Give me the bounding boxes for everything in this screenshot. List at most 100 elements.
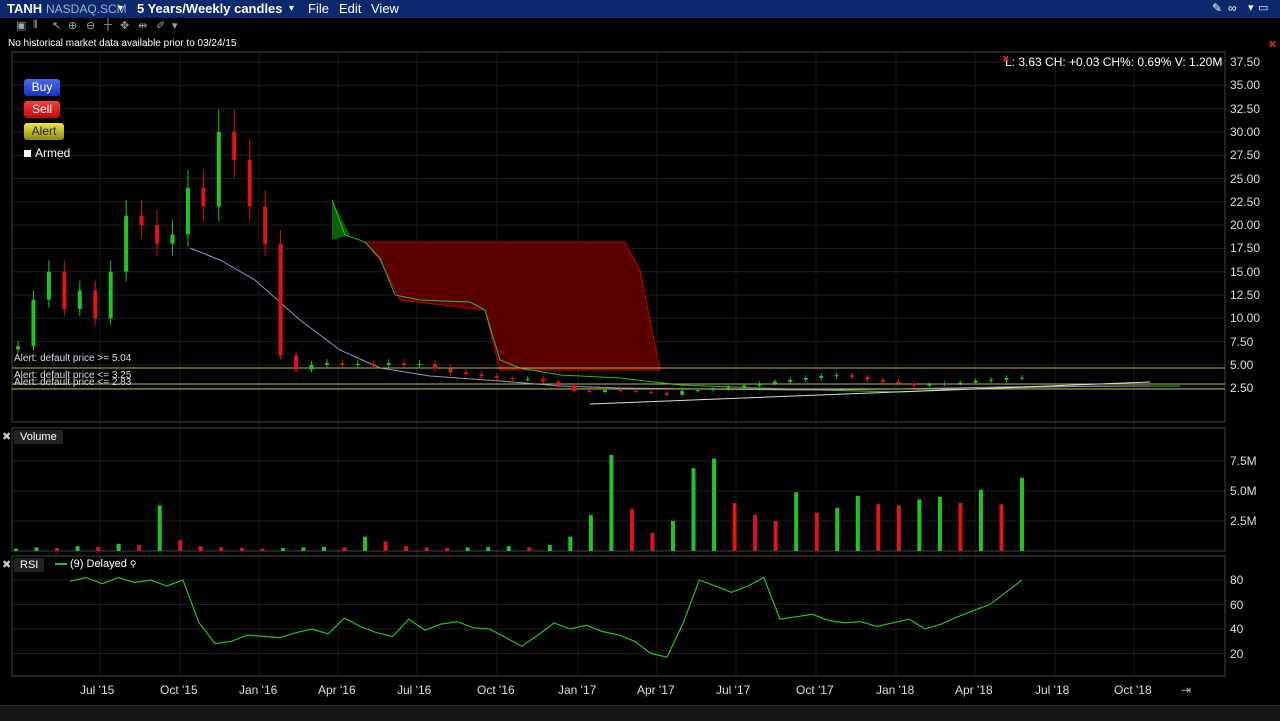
volume-bar <box>1020 477 1024 551</box>
close-icon[interactable]: ✖ <box>1002 54 1010 65</box>
rsi-params: (9) Delayed ⚲ <box>55 558 137 570</box>
candle-body <box>819 376 824 378</box>
close-icon[interactable]: ✖ <box>2 558 11 571</box>
candle-body <box>448 368 453 373</box>
scroll-right-icon[interactable]: ⇥ <box>1181 683 1191 697</box>
candle-body <box>510 377 515 379</box>
price-tick-label: 5.00 <box>1230 357 1254 372</box>
volume-bar <box>137 545 142 551</box>
candle-body <box>711 389 716 391</box>
price-tick-label: 27.50 <box>1230 148 1261 163</box>
volume-bar <box>342 547 347 551</box>
trend-line[interactable] <box>589 381 1151 405</box>
candle-body <box>309 364 314 370</box>
price-tick-label: 25.00 <box>1230 171 1261 186</box>
rsi-tick-label: 40 <box>1230 622 1244 636</box>
candle-body <box>803 377 808 380</box>
candle-body <box>247 159 252 207</box>
candle-body <box>1004 377 1009 380</box>
volume-bar <box>691 468 696 551</box>
candle-body <box>216 131 221 207</box>
volume-bar <box>753 515 758 551</box>
time-tick-label: Apr '16 <box>318 683 356 697</box>
candle-body <box>633 390 638 392</box>
candle-body <box>726 387 731 390</box>
candle-body <box>695 390 700 392</box>
alert-button[interactable]: Alert <box>24 123 64 140</box>
armed-toggle[interactable]: Armed <box>24 146 70 160</box>
close-icon[interactable]: ✖ <box>2 430 11 443</box>
moving-average-line <box>189 247 1151 391</box>
candle-body <box>772 381 777 384</box>
volume-bar <box>814 512 819 551</box>
sell-button[interactable]: Sell <box>24 101 60 118</box>
volume-bar <box>445 548 450 551</box>
volume-tick-label: 5.0M <box>1230 484 1257 498</box>
candle-body <box>324 363 329 365</box>
overview-scrollbar[interactable] <box>0 705 1280 721</box>
volume-bar <box>219 547 224 551</box>
price-tick-label: 37.50 <box>1230 55 1261 69</box>
rsi-tick-label: 60 <box>1230 597 1244 612</box>
volume-bar <box>835 507 840 551</box>
volume-tick-label: 7.5M <box>1230 454 1257 468</box>
volume-bar <box>465 547 470 551</box>
candle-body <box>16 346 20 350</box>
volume-bar <box>404 546 409 551</box>
volume-bar <box>609 455 614 551</box>
volume-bar <box>629 509 634 551</box>
candle-body <box>108 271 113 319</box>
candle-body <box>294 355 299 370</box>
candle-body <box>46 271 51 300</box>
volume-bar <box>55 548 60 551</box>
volume-bar <box>999 504 1004 551</box>
candle-body <box>402 363 407 365</box>
candle-body <box>602 390 607 392</box>
volume-bar <box>239 548 244 551</box>
volume-bar <box>732 503 737 551</box>
volume-bar <box>198 546 203 551</box>
candle-body <box>541 378 546 382</box>
price-tick-label: 30.00 <box>1230 124 1261 139</box>
buy-button[interactable]: Buy <box>24 79 60 96</box>
checkbox-icon[interactable] <box>24 150 31 157</box>
volume-bar <box>301 547 306 551</box>
candle-body <box>525 378 530 380</box>
volume-bar <box>14 548 18 551</box>
price-tick-label: 15.00 <box>1230 264 1261 279</box>
candle-body <box>62 271 67 309</box>
candle-body <box>680 390 685 395</box>
candle-body <box>850 375 855 378</box>
candle-body <box>649 391 654 393</box>
candle-body <box>31 299 36 347</box>
volume-pane-label: Volume <box>14 430 63 444</box>
volume-bar <box>568 536 573 551</box>
rsi-pane-border <box>11 555 1226 677</box>
time-tick-label: Jul '18 <box>1035 683 1070 697</box>
volume-bar <box>650 533 655 551</box>
candle-body <box>77 290 82 309</box>
volume-bar <box>896 505 901 551</box>
candle-body <box>911 383 916 386</box>
price-readout: L: 3.63 CH: +0.03 CH%: 0.69% V: 1.20M <box>1005 55 1223 69</box>
lock-icon[interactable]: ⚲ <box>130 559 137 569</box>
price-tick-label: 2.50 <box>1230 381 1254 396</box>
volume-bar <box>383 541 388 551</box>
candle-body <box>340 363 345 365</box>
chart-canvas[interactable] <box>0 0 1280 720</box>
candle-body <box>556 381 561 386</box>
time-tick-label: Jul '17 <box>716 683 751 697</box>
rsi-tick-label: 20 <box>1230 646 1244 661</box>
volume-bar <box>527 547 532 551</box>
time-tick-label: Oct '16 <box>477 683 515 697</box>
candle-body <box>880 379 885 382</box>
alert-label-1[interactable]: Alert: default price >= 5.04 <box>14 353 131 364</box>
volume-bar <box>260 548 265 551</box>
volume-tick-label: 2.5M <box>1230 514 1257 528</box>
candle-body <box>185 187 190 235</box>
alert-label-3[interactable]: Alert: default price <= 2.83 <box>14 377 131 388</box>
candle-body <box>587 390 592 392</box>
volume-bar <box>280 548 285 551</box>
volume-bar <box>547 545 552 551</box>
price-tick-label: 12.50 <box>1230 288 1261 302</box>
